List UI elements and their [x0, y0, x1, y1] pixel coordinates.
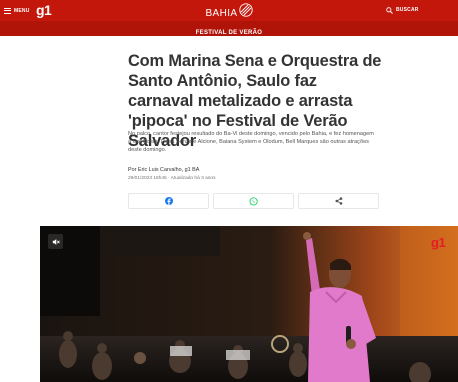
article-summary: No palco, cantor festejou resultado do B…: [128, 131, 374, 154]
facebook-icon: [164, 197, 173, 205]
article-dateline: 29/01/2023 18h45 · Atualizado há 3 anos: [128, 176, 216, 181]
search-icon: [386, 6, 393, 14]
video-player[interactable]: g1: [40, 226, 458, 382]
share-generic-button[interactable]: [298, 193, 379, 209]
share-whatsapp-button[interactable]: [213, 193, 294, 209]
search-button[interactable]: BUSCAR: [386, 3, 450, 17]
article-byline: Por Eric Luis Carvalho, g1 BA: [128, 167, 200, 173]
top-header-bar: MENU g1 BAHIA BUSCAR: [0, 0, 458, 21]
search-label: BUSCAR: [396, 7, 419, 13]
section-bar: FESTIVAL DE VERÃO: [0, 21, 458, 36]
video-brand-logo: g1: [431, 235, 446, 250]
mute-button[interactable]: [48, 234, 63, 249]
whatsapp-icon: [249, 196, 258, 205]
region-label: BAHIA: [205, 8, 238, 19]
concert-scene-image: [40, 226, 458, 382]
mute-icon: [52, 238, 60, 245]
share-icon: [335, 197, 342, 205]
share-facebook-button[interactable]: [128, 193, 209, 209]
section-link[interactable]: FESTIVAL DE VERÃO: [196, 30, 263, 36]
region-mark-icon: [238, 3, 253, 17]
